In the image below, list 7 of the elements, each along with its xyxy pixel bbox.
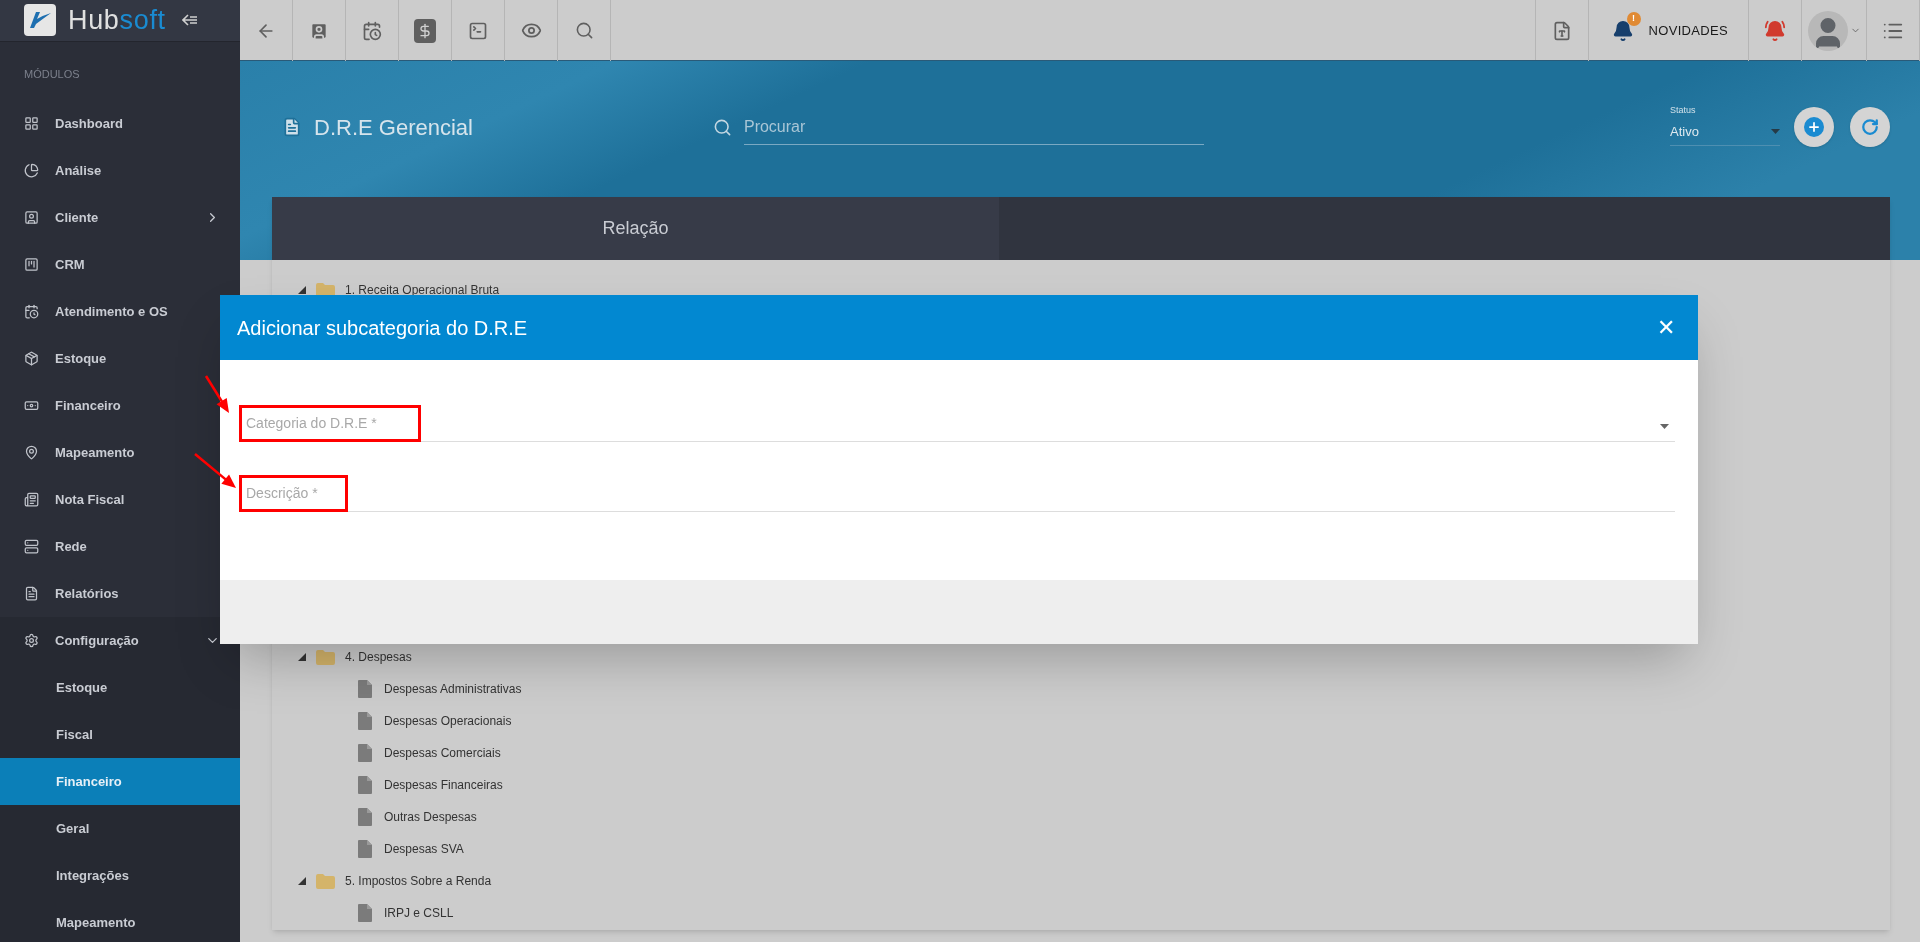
logo-text: Hubsoft [68, 4, 166, 37]
notification-badge: ! [1626, 11, 1641, 26]
dialog-title: Adicionar subcategoria do D.R.E [237, 315, 529, 341]
sidebar-heading: MÓDULOS [23, 66, 81, 82]
status-label: Status [1670, 104, 1697, 117]
status-value: Ativo [1670, 122, 1699, 141]
page-title: D.R.E Gerencial [314, 113, 473, 142]
